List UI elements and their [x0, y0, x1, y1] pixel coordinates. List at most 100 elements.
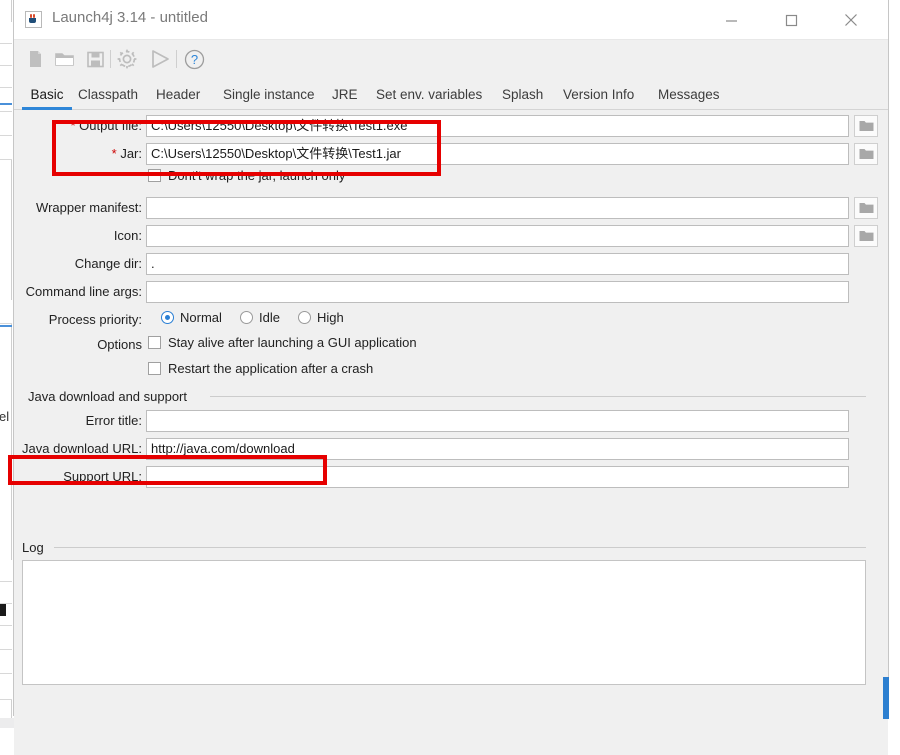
- wrapper-manifest-label: Wrapper manifest:: [30, 197, 142, 219]
- log-output[interactable]: [22, 560, 866, 685]
- priority-radio-normal[interactable]: Normal: [161, 310, 222, 325]
- restart-on-crash-label: Restart the application after a crash: [168, 361, 373, 376]
- checkbox-box: [148, 336, 161, 349]
- jar-browse-button[interactable]: [854, 143, 878, 165]
- checkbox-box: [148, 362, 161, 375]
- error-title-label: Error title:: [30, 410, 142, 432]
- tab-jre[interactable]: JRE: [330, 78, 360, 110]
- priority-radio-high[interactable]: High: [298, 310, 344, 325]
- help-button[interactable]: ?: [181, 46, 207, 72]
- options-label: Options: [30, 334, 142, 356]
- restart-on-crash-checkbox[interactable]: Restart the application after a crash: [148, 361, 373, 376]
- background-window-row: [0, 88, 12, 112]
- wrapper-manifest-input[interactable]: [146, 197, 849, 219]
- toolbar-separator: [110, 50, 111, 68]
- jar-input[interactable]: C:\Users\12550\Desktop\文件转换\Test1.jar: [146, 143, 849, 165]
- log-group-title: Log: [22, 540, 50, 555]
- tab-label: Classpath: [78, 87, 138, 102]
- change-dir-input[interactable]: .: [146, 253, 849, 275]
- background-window-row: [0, 560, 12, 582]
- tab-label: Messages: [658, 87, 720, 102]
- launch4j-window: Launch4j 3.14 - untitled: [13, 0, 889, 716]
- tab-classpath[interactable]: Classpath: [76, 78, 140, 110]
- new-file-button[interactable]: [22, 46, 48, 72]
- priority-high-label: High: [317, 310, 344, 325]
- close-button[interactable]: [828, 0, 874, 40]
- command-line-args-label: Command line args:: [20, 281, 142, 303]
- background-window-row: [0, 626, 12, 650]
- folder-icon: [859, 202, 874, 214]
- stay-alive-label: Stay alive after launching a GUI applica…: [168, 335, 417, 350]
- tab-header[interactable]: Header: [154, 78, 202, 110]
- java-download-group-divider: [210, 396, 866, 397]
- background-window-accent-line: [0, 325, 12, 327]
- toolbar: ?: [14, 40, 888, 78]
- priority-idle-label: Idle: [259, 310, 280, 325]
- wrapper-manifest-browse-button[interactable]: [854, 197, 878, 219]
- background-window-marker: [0, 604, 6, 616]
- save-disk-icon: [87, 51, 104, 68]
- new-file-icon: [27, 50, 44, 68]
- error-title-input[interactable]: [146, 410, 849, 432]
- log-group-divider: [54, 547, 866, 548]
- tab-bar: Basic Classpath Header Single instance J…: [14, 78, 888, 110]
- minimize-icon: [725, 14, 738, 27]
- icon-field-label: Icon:: [30, 225, 142, 247]
- command-line-args-input[interactable]: [146, 281, 849, 303]
- tab-set-env-variables[interactable]: Set env. variables: [374, 78, 484, 110]
- test-wrapper-button[interactable]: [147, 46, 173, 72]
- background-window-row: [0, 22, 12, 44]
- priority-normal-label: Normal: [180, 310, 222, 325]
- open-file-button[interactable]: [52, 46, 78, 72]
- tab-single-instance[interactable]: Single instance: [221, 78, 317, 110]
- tab-label: Basic: [30, 87, 63, 102]
- open-folder-icon: [55, 51, 75, 67]
- icon-input[interactable]: [146, 225, 849, 247]
- java-download-group-title: Java download and support: [28, 389, 193, 404]
- tab-basic[interactable]: Basic: [22, 78, 72, 110]
- tab-label: Splash: [502, 87, 543, 102]
- background-window-accent-line: [0, 103, 12, 105]
- dont-wrap-jar-checkbox[interactable]: Dont't wrap the jar, launch only: [148, 168, 345, 183]
- close-icon: [844, 13, 858, 27]
- java-download-url-label: Java download URL:: [14, 438, 142, 460]
- radio-box: [240, 311, 253, 324]
- tab-label: Header: [156, 87, 200, 102]
- icon-browse-button[interactable]: [854, 225, 878, 247]
- tab-splash[interactable]: Splash: [500, 78, 545, 110]
- tab-version-info[interactable]: Version Info: [561, 78, 636, 110]
- play-icon: [149, 49, 171, 69]
- background-window-row: [0, 650, 12, 674]
- tab-label: Set env. variables: [376, 87, 482, 102]
- change-dir-label: Change dir:: [30, 253, 142, 275]
- jar-label-text: Jar:: [120, 146, 142, 161]
- minimize-button[interactable]: [708, 0, 754, 40]
- support-url-label: Support URL:: [30, 466, 142, 488]
- folder-icon: [859, 120, 874, 132]
- stay-alive-checkbox[interactable]: Stay alive after launching a GUI applica…: [148, 335, 417, 350]
- folder-icon: [859, 230, 874, 242]
- background-window-row: [0, 136, 12, 160]
- save-button[interactable]: [82, 46, 108, 72]
- maximize-button[interactable]: [768, 0, 814, 40]
- process-priority-label: Process priority:: [30, 309, 142, 331]
- radio-box: [161, 311, 174, 324]
- help-question-icon: ?: [184, 49, 205, 70]
- background-window-row: [0, 674, 12, 700]
- build-wrapper-button[interactable]: [114, 46, 140, 72]
- tab-label: Version Info: [563, 87, 634, 102]
- tab-messages[interactable]: Messages: [656, 78, 722, 110]
- priority-radio-idle[interactable]: Idle: [240, 310, 280, 325]
- java-download-url-input[interactable]: http://java.com/download: [146, 438, 849, 460]
- jar-label: * Jar:: [54, 143, 142, 165]
- output-file-browse-button[interactable]: [854, 115, 878, 137]
- output-file-input[interactable]: C:\Users\12550\Desktop\文件转换\Test1.exe: [146, 115, 849, 137]
- support-url-input[interactable]: [146, 466, 849, 488]
- tab-label: JRE: [332, 87, 358, 102]
- scrollbar-thumb[interactable]: [883, 677, 889, 719]
- basic-tab-panel: * Output file: C:\Users\12550\Desktop\文件…: [14, 110, 888, 755]
- background-window-text-fragment: el: [0, 409, 9, 424]
- background-window-row: [0, 300, 12, 324]
- java-cup-icon: [25, 11, 42, 28]
- dont-wrap-jar-label: Dont't wrap the jar, launch only: [168, 168, 345, 183]
